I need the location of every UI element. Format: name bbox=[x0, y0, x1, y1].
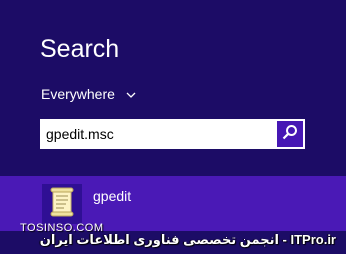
result-label: gpedit bbox=[93, 188, 132, 204]
search-scope-dropdown[interactable]: Everywhere bbox=[41, 86, 137, 102]
scroll-document-icon bbox=[49, 187, 75, 222]
search-title: Search bbox=[40, 35, 120, 63]
chevron-down-icon bbox=[125, 88, 137, 100]
search-scope-label: Everywhere bbox=[41, 86, 115, 102]
search-panel: Search Everywhere gpedit.msc gpedit TOSI… bbox=[0, 0, 346, 254]
search-button[interactable] bbox=[275, 119, 305, 149]
search-icon bbox=[282, 124, 298, 145]
watermark-primary: ITPro.ir - انجمن تخصصی فناوری اطلاعات ای… bbox=[39, 232, 336, 247]
search-box bbox=[40, 119, 305, 149]
result-tile bbox=[42, 184, 82, 224]
search-input[interactable] bbox=[40, 119, 275, 149]
